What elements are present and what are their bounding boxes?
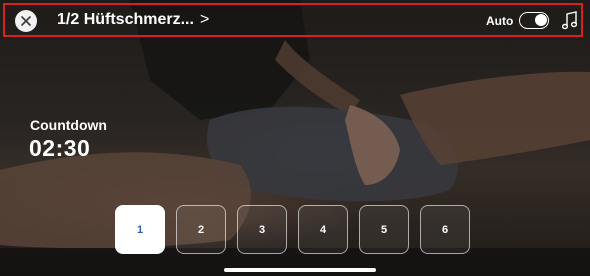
exercise-title-link[interactable]: 1/2 Hüftschmerz... > <box>57 11 209 29</box>
music-button[interactable] <box>561 11 579 31</box>
close-icon <box>21 16 31 26</box>
step-button-1[interactable]: 1 <box>115 205 165 254</box>
exercise-player-screen: 1/2 Hüftschmerz... > Auto Countdown 02:3… <box>0 0 590 276</box>
step-button-6[interactable]: 6 <box>420 205 470 254</box>
auto-label: Auto <box>486 14 514 28</box>
step-button-4[interactable]: 4 <box>298 205 348 254</box>
auto-toggle[interactable] <box>519 12 549 29</box>
chevron-right-icon: > <box>199 11 210 28</box>
step-selector: 1 2 3 4 5 6 <box>115 205 470 254</box>
step-button-2[interactable]: 2 <box>176 205 226 254</box>
exercise-title: 1/2 Hüftschmerz... <box>57 11 194 28</box>
step-button-5[interactable]: 5 <box>359 205 409 254</box>
countdown-label: Countdown <box>30 117 107 133</box>
countdown-timer: 02:30 <box>29 135 91 161</box>
home-indicator[interactable] <box>224 268 376 272</box>
top-bar-highlight: 1/2 Hüftschmerz... > Auto <box>3 3 583 37</box>
music-note-icon <box>561 11 578 30</box>
step-button-3[interactable]: 3 <box>237 205 287 254</box>
close-button[interactable] <box>15 10 37 32</box>
toggle-knob <box>535 14 547 26</box>
